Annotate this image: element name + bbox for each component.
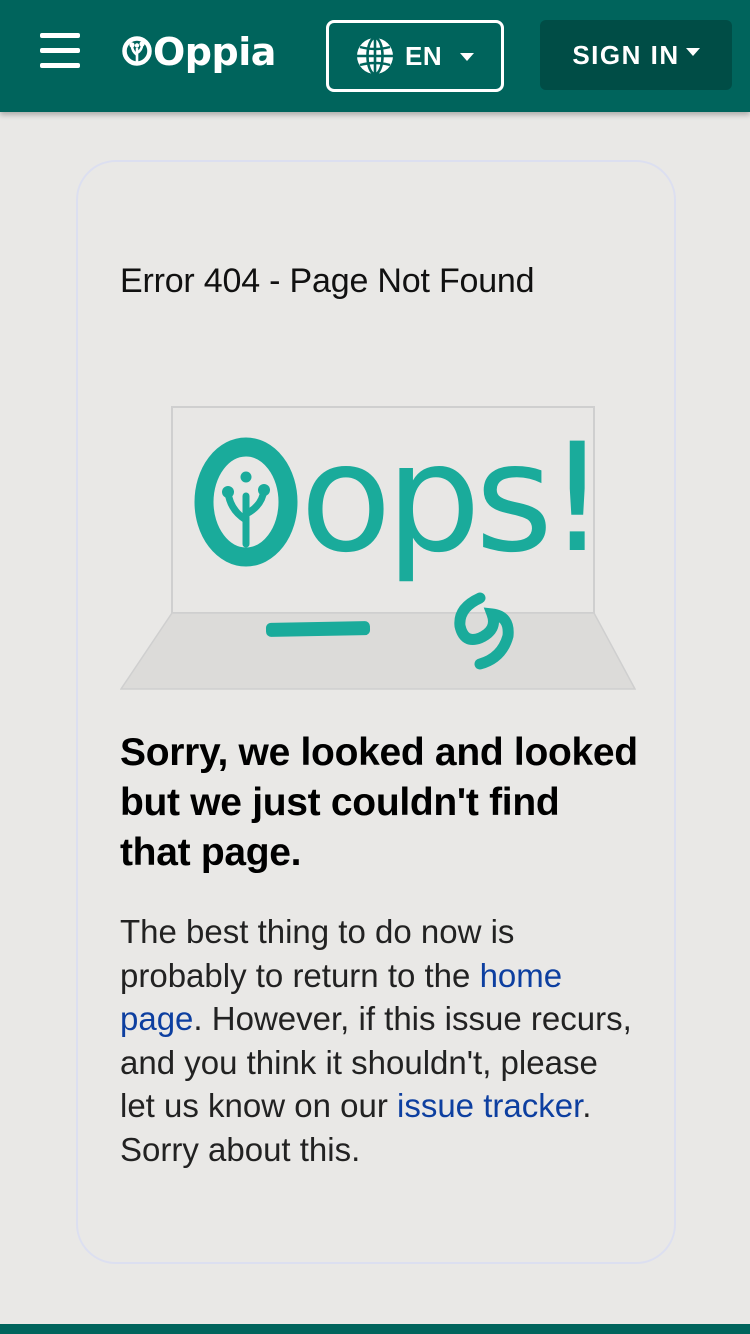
help-message: The best thing to do now is probably to …	[120, 910, 640, 1171]
language-label: EN	[405, 40, 443, 71]
logo-wordmark: Oppia	[153, 30, 276, 74]
oppia-logo-mark-icon	[122, 36, 152, 66]
oppia-logo[interactable]: Oppia	[122, 24, 276, 84]
sign-in-label: SIGN IN	[572, 39, 680, 70]
error-card: Error 404 - Page Not Found ops! Sorry, w…	[76, 160, 676, 1264]
oops-illustration: ops!	[120, 406, 636, 690]
hamburger-menu-icon[interactable]	[40, 33, 80, 69]
footer-strip	[0, 1324, 750, 1334]
language-selector-button[interactable]: EN	[326, 20, 504, 92]
globe-icon	[357, 36, 393, 76]
issue-tracker-link[interactable]: issue tracker	[397, 1087, 582, 1124]
chevron-down-icon	[460, 53, 475, 61]
error-title: Error 404 - Page Not Found	[120, 262, 535, 300]
chevron-down-icon	[685, 48, 700, 56]
sign-in-button[interactable]: SIGN IN	[540, 20, 732, 90]
oops-text: ops!	[300, 412, 601, 586]
help-text-part: The best thing to do now is probably to …	[120, 913, 515, 994]
top-navbar: Oppia EN SIGN IN	[0, 0, 750, 112]
apology-heading: Sorry, we looked and looked but we just …	[120, 731, 638, 874]
